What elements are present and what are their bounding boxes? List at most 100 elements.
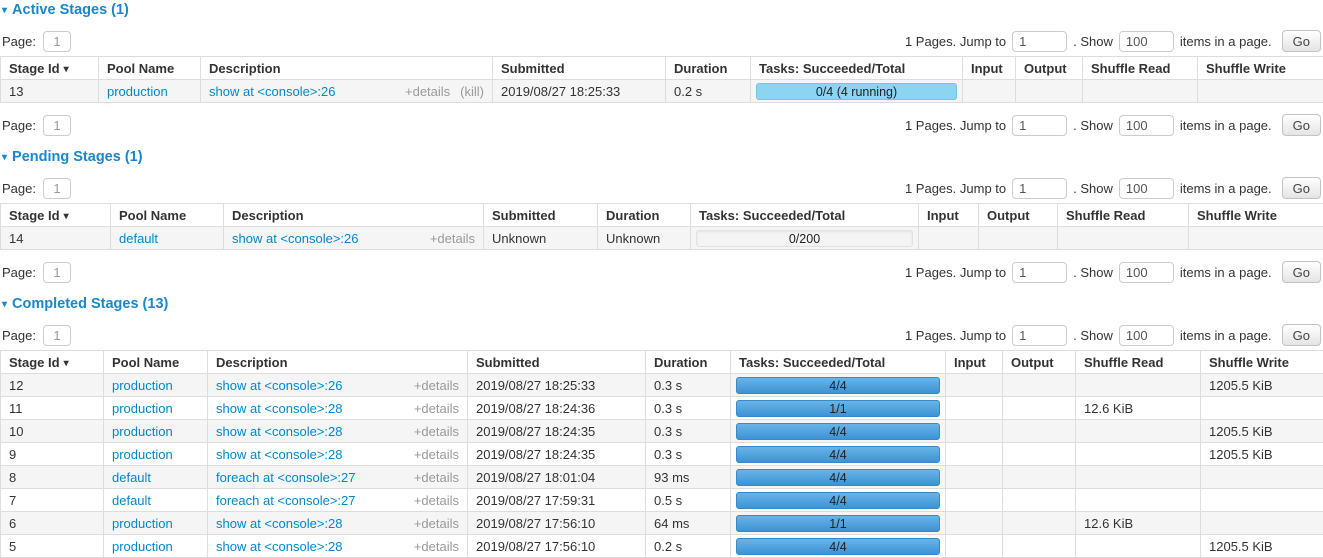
page-number-input[interactable] xyxy=(43,325,71,346)
pool-name-link[interactable]: default xyxy=(112,493,151,508)
column-header-shuffle-read[interactable]: Shuffle Read xyxy=(1083,57,1198,80)
items-per-page-input[interactable] xyxy=(1119,262,1174,283)
go-button[interactable]: Go xyxy=(1282,324,1321,346)
details-toggle-link[interactable]: +details xyxy=(414,493,459,508)
column-header-pool-name[interactable]: Pool Name xyxy=(99,57,201,80)
page-number-input[interactable] xyxy=(43,178,71,199)
column-header-shuffle-write[interactable]: Shuffle Write xyxy=(1201,351,1323,374)
column-header-shuffle-write[interactable]: Shuffle Write xyxy=(1189,204,1323,227)
items-per-page-input[interactable] xyxy=(1119,31,1174,52)
column-header-input[interactable]: Input xyxy=(946,351,1003,374)
description-link[interactable]: show at <console>:26 xyxy=(209,84,335,99)
column-header-pool-name[interactable]: Pool Name xyxy=(111,204,224,227)
stage-id-cell: 8 xyxy=(1,466,104,489)
jump-to-page-input[interactable] xyxy=(1012,115,1067,136)
column-header-stage-id[interactable]: Stage Id▾ xyxy=(1,57,99,80)
column-header-label: Shuffle Read xyxy=(1091,61,1170,76)
column-header-shuffle-read[interactable]: Shuffle Read xyxy=(1076,351,1201,374)
pool-name-link[interactable]: production xyxy=(112,424,173,439)
page-selector: Page: xyxy=(2,115,71,136)
details-toggle-link[interactable]: +details xyxy=(430,231,475,246)
pool-name-link[interactable]: production xyxy=(107,84,168,99)
items-per-page-input[interactable] xyxy=(1119,325,1174,346)
go-button[interactable]: Go xyxy=(1282,114,1321,136)
items-per-page-input[interactable] xyxy=(1119,178,1174,199)
page-number-input[interactable] xyxy=(43,31,71,52)
column-header-label: Duration xyxy=(674,61,727,76)
column-header-submitted[interactable]: Submitted xyxy=(484,204,598,227)
stage-id-cell: 7 xyxy=(1,489,104,512)
submitted-cell: 2019/08/27 18:25:33 xyxy=(493,80,666,103)
column-header-duration[interactable]: Duration xyxy=(646,351,731,374)
pool-name-link[interactable]: production xyxy=(112,516,173,531)
go-button[interactable]: Go xyxy=(1282,177,1321,199)
description-link[interactable]: foreach at <console>:27 xyxy=(216,493,356,508)
column-header-output[interactable]: Output xyxy=(1003,351,1076,374)
column-header-duration[interactable]: Duration xyxy=(666,57,751,80)
column-header-label: Description xyxy=(209,61,281,76)
tasks-progress-label: 0/200 xyxy=(789,232,820,246)
description-link[interactable]: foreach at <console>:27 xyxy=(216,470,356,485)
column-header-stage-id[interactable]: Stage Id▾ xyxy=(1,204,111,227)
column-header-shuffle-read[interactable]: Shuffle Read xyxy=(1058,204,1189,227)
column-header-label: Tasks: Succeeded/Total xyxy=(739,355,885,370)
column-header-tasks-succeeded-total[interactable]: Tasks: Succeeded/Total xyxy=(731,351,946,374)
jump-to-page-input[interactable] xyxy=(1012,31,1067,52)
details-toggle-link[interactable]: +details xyxy=(414,424,459,439)
column-header-submitted[interactable]: Submitted xyxy=(493,57,666,80)
column-header-tasks-succeeded-total[interactable]: Tasks: Succeeded/Total xyxy=(751,57,963,80)
column-header-description[interactable]: Description xyxy=(224,204,484,227)
pool-name-link[interactable]: production xyxy=(112,447,173,462)
description-link[interactable]: show at <console>:28 xyxy=(216,539,342,554)
column-header-input[interactable]: Input xyxy=(919,204,979,227)
section-heading-pending[interactable]: ▾Pending Stages (1) xyxy=(2,149,1323,166)
details-toggle-link[interactable]: +details xyxy=(414,401,459,416)
pool-name-cell: production xyxy=(99,80,201,103)
pool-name-link[interactable]: default xyxy=(112,470,151,485)
details-toggle-link[interactable]: +details xyxy=(405,84,450,99)
jump-to-page-input[interactable] xyxy=(1012,262,1067,283)
pool-name-link[interactable]: production xyxy=(112,378,173,393)
pool-name-link[interactable]: production xyxy=(112,401,173,416)
details-toggle-link[interactable]: +details xyxy=(414,516,459,531)
column-header-tasks-succeeded-total[interactable]: Tasks: Succeeded/Total xyxy=(691,204,919,227)
jump-to-page-input[interactable] xyxy=(1012,325,1067,346)
go-button[interactable]: Go xyxy=(1282,261,1321,283)
column-header-pool-name[interactable]: Pool Name xyxy=(104,351,208,374)
details-toggle-link[interactable]: +details xyxy=(414,470,459,485)
page-number-input[interactable] xyxy=(43,115,71,136)
column-header-input[interactable]: Input xyxy=(963,57,1016,80)
pool-name-link[interactable]: production xyxy=(112,539,173,554)
kill-link[interactable]: (kill) xyxy=(460,84,484,99)
section-heading-active[interactable]: ▾Active Stages (1) xyxy=(2,2,1323,19)
details-toggle-link[interactable]: +details xyxy=(414,539,459,554)
description-extra-links: +details xyxy=(404,470,459,485)
go-button[interactable]: Go xyxy=(1282,30,1321,52)
duration-cell: 0.5 s xyxy=(646,489,731,512)
jump-to-page-input[interactable] xyxy=(1012,178,1067,199)
column-header-stage-id[interactable]: Stage Id▾ xyxy=(1,351,104,374)
details-toggle-link[interactable]: +details xyxy=(414,447,459,462)
column-header-description[interactable]: Description xyxy=(208,351,468,374)
column-header-output[interactable]: Output xyxy=(1016,57,1083,80)
description-link[interactable]: show at <console>:26 xyxy=(216,378,342,393)
column-header-submitted[interactable]: Submitted xyxy=(468,351,646,374)
column-header-label: Shuffle Write xyxy=(1209,355,1289,370)
section-heading-completed[interactable]: ▾Completed Stages (13) xyxy=(2,296,1323,313)
description-link[interactable]: show at <console>:28 xyxy=(216,424,342,439)
column-header-shuffle-write[interactable]: Shuffle Write xyxy=(1198,57,1323,80)
description-link[interactable]: show at <console>:28 xyxy=(216,401,342,416)
description-link[interactable]: show at <console>:28 xyxy=(216,447,342,462)
tasks-progress-bar: 4/4 xyxy=(736,469,940,486)
column-header-description[interactable]: Description xyxy=(201,57,493,80)
column-header-output[interactable]: Output xyxy=(979,204,1058,227)
page-number-input[interactable] xyxy=(43,262,71,283)
items-per-page-input[interactable] xyxy=(1119,115,1174,136)
pool-name-link[interactable]: default xyxy=(119,231,158,246)
description-link[interactable]: show at <console>:26 xyxy=(232,231,358,246)
duration-cell: Unknown xyxy=(598,227,691,250)
stage-row: 12productionshow at <console>:26+details… xyxy=(1,374,1323,397)
description-link[interactable]: show at <console>:28 xyxy=(216,516,342,531)
details-toggle-link[interactable]: +details xyxy=(414,378,459,393)
column-header-duration[interactable]: Duration xyxy=(598,204,691,227)
